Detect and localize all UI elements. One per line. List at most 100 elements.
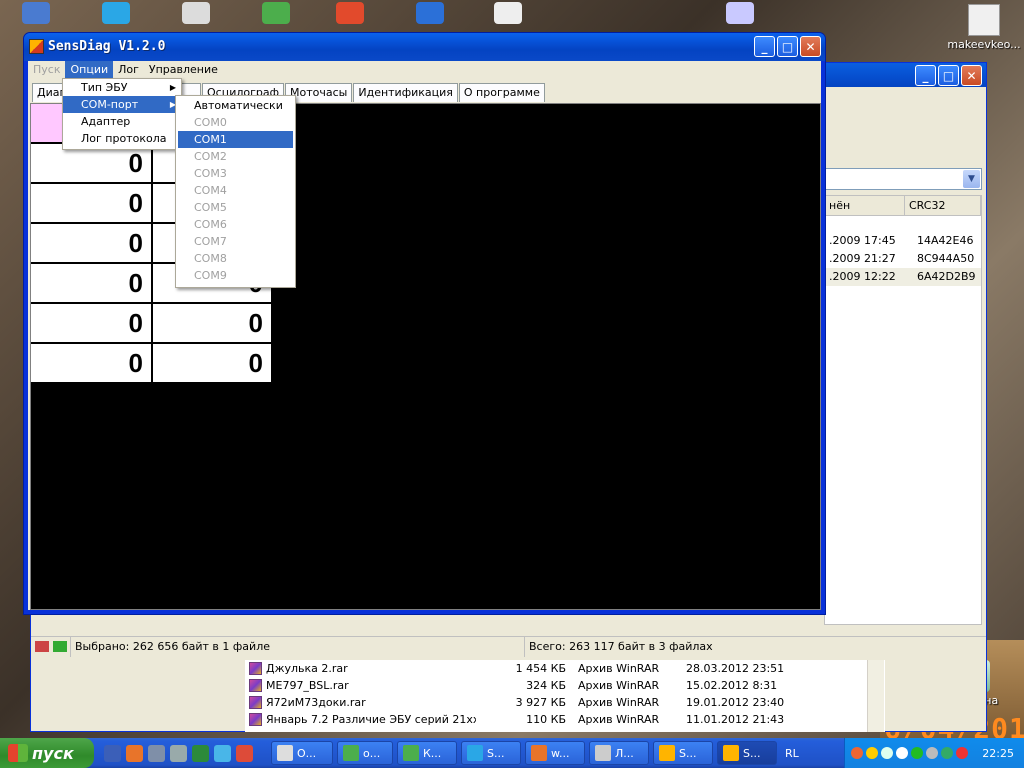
sensdiag-titlebar[interactable]: SensDiag V1.2.0 _ □ ✕	[24, 33, 825, 61]
close-button[interactable]: ✕	[800, 36, 821, 57]
disc-icon[interactable]	[726, 2, 754, 24]
diagnostics-panel: 0 0 0 0 0 0 0 0 0 0	[30, 103, 821, 610]
network-icon[interactable]	[881, 747, 893, 759]
minimize-button[interactable]: _	[915, 65, 936, 86]
desktop-app-icon[interactable]	[22, 2, 50, 24]
clock[interactable]: 22:25	[982, 747, 1014, 760]
winrar-icon	[249, 713, 262, 726]
grid-value: 0	[151, 304, 271, 342]
options-menu: Тип ЭБУ ▶ COM-порт ▶ Адаптер Лог протоко…	[62, 78, 182, 150]
window-title: SensDiag V1.2.0	[48, 39, 166, 54]
tab-about[interactable]: О программе	[458, 83, 545, 102]
com-option[interactable]: COM8	[176, 250, 295, 267]
windows-logo-icon	[8, 744, 28, 762]
taskbar-button[interactable]: о...	[337, 741, 393, 765]
tray-icon[interactable]	[911, 747, 923, 759]
com-option[interactable]: COM0	[176, 114, 295, 131]
com-option[interactable]: COM9	[176, 267, 295, 284]
spreadsheet-icon[interactable]	[262, 2, 290, 24]
grid-row: 0 0	[31, 344, 273, 384]
menu-item-adapter[interactable]: Адаптер	[63, 113, 181, 130]
tray-icon[interactable]	[851, 747, 863, 759]
tab-identification[interactable]: Идентификация	[353, 83, 458, 102]
start-button[interactable]: пуск	[0, 738, 94, 768]
winrar-icon	[249, 696, 262, 709]
archive-status-icon	[35, 641, 49, 652]
taskbar-button[interactable]: К...	[397, 741, 457, 765]
tray-icon[interactable]	[941, 747, 953, 759]
key-icon	[52, 641, 67, 652]
firefox-icon	[531, 745, 547, 761]
explorer-status-bar: Выбрано: 262 656 байт в 1 файле Всего: 2…	[31, 636, 986, 657]
taskbar: пуск О... о... К... S... w... Л... S... …	[0, 738, 1024, 768]
app-icon[interactable]	[29, 39, 44, 54]
com-port-submenu: Автоматически COM0 COM1 COM2 COM3 COM4 C…	[175, 95, 296, 288]
chevron-down-icon[interactable]: ▼	[963, 170, 980, 188]
menu-control[interactable]: Управление	[144, 61, 223, 79]
quicklaunch-icon[interactable]	[214, 744, 231, 762]
list-item-selected[interactable]: .2009 12:22 6A42D2B9	[825, 268, 981, 286]
menu-log[interactable]: Лог	[113, 61, 144, 79]
tool-icon[interactable]	[494, 2, 522, 24]
com-option-selected[interactable]: COM1	[178, 131, 293, 148]
menu-item-ecu-type[interactable]: Тип ЭБУ ▶	[63, 79, 181, 96]
vertical-scrollbar[interactable]	[867, 660, 884, 732]
status-selected: Выбрано: 262 656 байт в 1 файле	[71, 637, 525, 657]
grid-row: 0 0	[31, 304, 273, 344]
address-combo[interactable]: ▼	[824, 168, 982, 190]
document-icon[interactable]	[182, 2, 210, 24]
archive-file-list[interactable]: нён CRC32 .2009 17:45 14A42E46 .2009 21:…	[824, 195, 982, 625]
com-option[interactable]: COM5	[176, 199, 295, 216]
archive-icon[interactable]	[336, 2, 364, 24]
system-tray: 22:25	[844, 738, 1024, 768]
volume-icon[interactable]	[896, 747, 908, 759]
taskbar-button[interactable]: w...	[525, 741, 585, 765]
table-row[interactable]: Январь 7.2 Различие ЭБУ серий 21ххх ... …	[245, 711, 885, 728]
maximize-button[interactable]: □	[777, 36, 798, 57]
grid-value: 0	[31, 344, 151, 382]
tray-icon[interactable]	[866, 747, 878, 759]
com-option[interactable]: COM6	[176, 216, 295, 233]
quicklaunch-icon[interactable]	[170, 744, 187, 762]
skype-icon[interactable]	[102, 2, 130, 24]
table-row[interactable]: Я72иМ73доки.rar 3 927 КБ Архив WinRAR 19…	[245, 694, 885, 711]
list-item[interactable]: .2009 17:45 14A42E46	[825, 232, 981, 250]
menu-start[interactable]: Пуск	[28, 61, 65, 79]
tray-icon[interactable]	[926, 747, 938, 759]
desktop-shortcut-user[interactable]: makeevkeo...	[944, 4, 1024, 51]
column-header-crc[interactable]: CRC32	[905, 196, 981, 215]
minimize-button[interactable]: _	[754, 36, 775, 57]
chrome-icon[interactable]	[236, 744, 253, 762]
close-button[interactable]: ✕	[961, 65, 982, 86]
quicklaunch-icon[interactable]	[148, 744, 165, 762]
language-indicator[interactable]: RL	[785, 747, 799, 760]
com-option[interactable]: COM2	[176, 148, 295, 165]
com-option[interactable]: COM3	[176, 165, 295, 182]
grid-value: 0	[31, 264, 151, 302]
table-row[interactable]: Джулька 2.rar 1 454 КБ Архив WinRAR 28.0…	[245, 660, 885, 677]
menu-options[interactable]: Опции	[65, 61, 114, 79]
com-option[interactable]: COM7	[176, 233, 295, 250]
browser-icon[interactable]	[416, 2, 444, 24]
quicklaunch-icon[interactable]	[192, 744, 209, 762]
file-list[interactable]: Джулька 2.rar 1 454 КБ Архив WinRAR 28.0…	[245, 660, 885, 732]
taskbar-button[interactable]: Л...	[589, 741, 649, 765]
column-header-modified[interactable]: нён	[825, 196, 905, 215]
quicklaunch-icon[interactable]	[104, 744, 121, 762]
maximize-button[interactable]: □	[938, 65, 959, 86]
firefox-icon[interactable]	[126, 744, 143, 762]
com-option[interactable]: COM4	[176, 182, 295, 199]
chevron-right-icon: ▶	[169, 83, 176, 92]
table-row[interactable]: ME797_BSL.rar 324 КБ Архив WinRAR 15.02.…	[245, 677, 885, 694]
app-icon	[723, 745, 739, 761]
menu-item-protocol-log[interactable]: Лог протокола	[63, 130, 181, 147]
taskbar-button[interactable]: S...	[461, 741, 521, 765]
winrar-icon	[249, 679, 262, 692]
com-option-auto[interactable]: Автоматически	[176, 97, 295, 114]
tray-icon[interactable]	[956, 747, 968, 759]
taskbar-button-active[interactable]: S...	[717, 741, 777, 765]
menu-item-com-port[interactable]: COM-порт ▶	[63, 96, 181, 113]
taskbar-button[interactable]: О...	[271, 741, 333, 765]
taskbar-button[interactable]: S...	[653, 741, 713, 765]
list-item[interactable]: .2009 21:27 8C944A50	[825, 250, 981, 268]
